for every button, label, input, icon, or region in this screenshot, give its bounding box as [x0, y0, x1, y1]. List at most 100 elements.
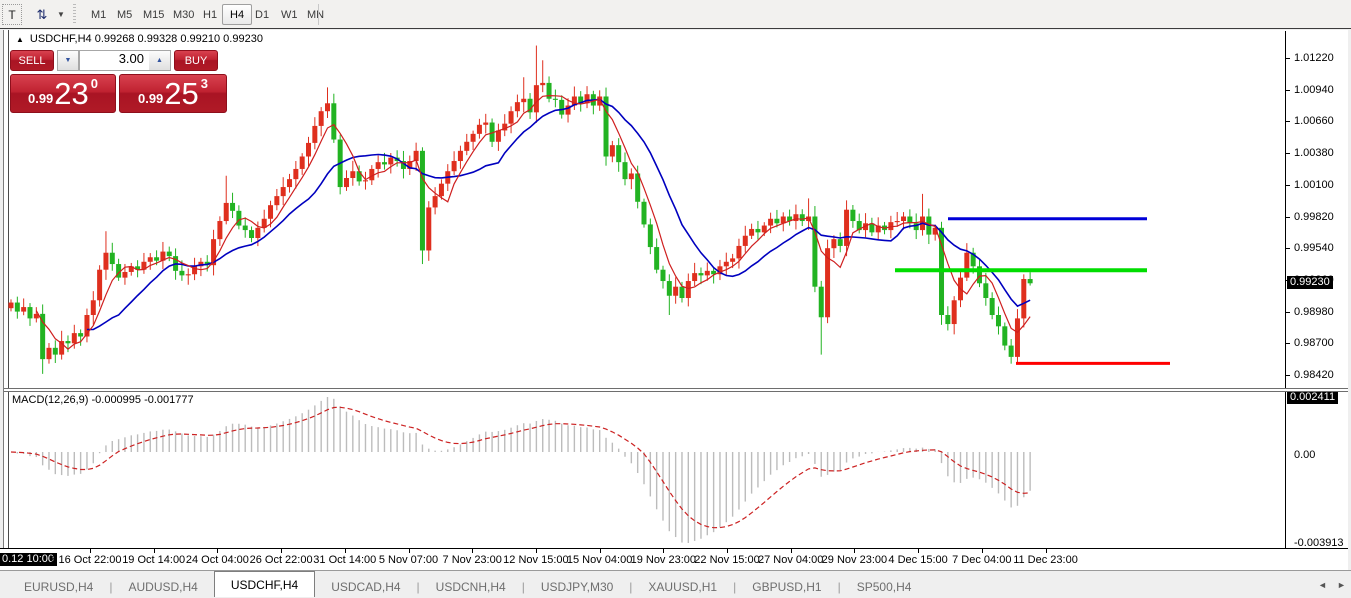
candlestick	[388, 158, 393, 165]
time-tick-label: 19 Nov 23:00	[631, 554, 696, 566]
chart-tab-usdcad[interactable]: USDCAD,H4	[315, 576, 416, 598]
time-tick	[791, 549, 792, 553]
candlestick	[236, 211, 241, 226]
time-tick	[345, 549, 346, 553]
time-tick-label: 24 Oct 04:00	[186, 554, 249, 566]
timeframe-button-h1[interactable]: H1	[196, 4, 224, 25]
timeframe-button-d1[interactable]: D1	[248, 4, 276, 25]
buy-price-pip: 3	[201, 76, 208, 91]
candlestick	[831, 239, 836, 248]
chart-tab-xauusd[interactable]: XAUUSD,H1	[632, 576, 733, 598]
candlestick	[306, 143, 311, 157]
candlestick	[1009, 346, 1014, 357]
candlestick	[1015, 318, 1020, 356]
time-tick	[536, 549, 537, 553]
candlestick	[952, 300, 957, 324]
price-tick	[1286, 185, 1290, 186]
sell-price-panel[interactable]: 0.99 23 0	[10, 74, 116, 113]
chart-tab-gbpusd[interactable]: GBPUSD,H1	[736, 576, 837, 598]
candlestick	[983, 283, 988, 298]
time-tick	[663, 549, 664, 553]
candlestick	[53, 348, 58, 355]
chart-tab-sp500[interactable]: SP500,H4	[841, 576, 928, 598]
candlestick	[964, 253, 969, 278]
tab-scroll-right-icon[interactable]: ►	[1337, 580, 1346, 590]
candlestick	[433, 196, 438, 207]
price-tick-label: 1.00660	[1294, 115, 1334, 127]
price-tick	[1286, 375, 1290, 376]
volume-input[interactable]: 3.00	[79, 50, 149, 71]
candlestick	[483, 123, 488, 125]
candlestick	[312, 126, 317, 143]
candlestick	[9, 303, 14, 309]
chart-shift-icon[interactable]: ▲	[16, 35, 24, 44]
sell-price-prefix: 0.99	[28, 91, 53, 106]
current-price-box: 0.99230	[1287, 276, 1333, 289]
candlestick	[471, 134, 476, 142]
candlestick	[1028, 279, 1033, 283]
candlestick	[642, 202, 647, 225]
candlestick	[148, 257, 153, 262]
chart-tab-eurusd[interactable]: EURUSD,H4	[8, 576, 109, 598]
price-tick	[1286, 217, 1290, 218]
time-axis[interactable]: 0.12 10:00 8 16 Oct 22:0019 Oct 14:0024 …	[0, 548, 1348, 570]
candlestick	[426, 207, 431, 250]
candlestick	[540, 83, 545, 85]
time-tick	[409, 549, 410, 553]
buy-button[interactable]: BUY	[174, 50, 218, 71]
arrange-arrows-icon[interactable]: ⇅	[30, 4, 54, 25]
candlestick	[230, 203, 235, 211]
timeframe-button-m1[interactable]: M1	[84, 4, 113, 25]
candlestick	[249, 230, 254, 238]
tab-scroll-left-icon[interactable]: ◄	[1318, 580, 1327, 590]
time-tick-label: 19 Oct 14:00	[122, 554, 185, 566]
application-window: T ⇅ ▼ M1M5M15M30H1H4D1W1MN ▲USDCHF,H4 0.…	[0, 0, 1351, 598]
sell-button[interactable]: SELL	[10, 50, 54, 71]
candlestick	[255, 228, 260, 238]
candlestick	[331, 103, 336, 139]
candlestick	[996, 315, 1001, 326]
candlestick	[660, 270, 665, 281]
time-axis-stub: 8	[51, 554, 57, 566]
chart-tab-audusd[interactable]: AUDUSD,H4	[112, 576, 213, 598]
candlestick	[268, 205, 273, 219]
candlestick	[167, 252, 172, 257]
price-tick	[1286, 58, 1290, 59]
chart-tab-usdchf[interactable]: USDCHF,H4	[214, 571, 315, 597]
buy-price-panel[interactable]: 0.99 25 3	[119, 74, 227, 113]
chevron-down-icon[interactable]: ▼	[55, 4, 67, 25]
candlestick	[464, 142, 469, 151]
time-tick	[217, 549, 218, 553]
candlestick	[350, 171, 355, 178]
candlestick	[623, 162, 628, 179]
macd-indicator-chart[interactable]	[8, 392, 1285, 548]
timeframe-button-m5[interactable]: M5	[110, 4, 139, 25]
volume-decrease-button[interactable]: ▼	[57, 50, 79, 71]
candlestick	[293, 169, 298, 179]
chart-tab-usdcnh[interactable]: USDCNH,H4	[420, 576, 522, 598]
candlestick	[217, 221, 222, 239]
chart-tab-usdjpy[interactable]: USDJPY,M30	[525, 576, 629, 598]
time-tick-label: 11 Dec 23:00	[1013, 554, 1078, 566]
time-tick	[90, 549, 91, 553]
candlestick	[559, 100, 564, 115]
candlestick	[610, 145, 615, 156]
macd-signal-line	[11, 407, 1030, 527]
candlestick	[46, 348, 51, 359]
volume-increase-button[interactable]: ▲	[149, 50, 171, 71]
text-tool-icon[interactable]: T	[2, 4, 22, 25]
candlestick	[509, 111, 514, 123]
candlestick	[730, 258, 735, 261]
time-tick-label: 16 Oct 22:00	[59, 554, 122, 566]
candlestick	[496, 130, 501, 141]
timeframe-button-mn[interactable]: MN	[300, 4, 331, 25]
candlestick	[154, 257, 159, 260]
time-tick-label: 26 Oct 22:00	[250, 554, 313, 566]
time-tick	[472, 549, 473, 553]
candlestick	[629, 173, 634, 179]
panel-splitter[interactable]	[4, 388, 1348, 392]
candlestick	[179, 271, 184, 276]
price-axis[interactable]: 1.012201.009401.006601.003801.001000.998…	[1285, 31, 1348, 548]
toolbar-grip	[72, 4, 77, 25]
candlestick	[515, 102, 520, 111]
